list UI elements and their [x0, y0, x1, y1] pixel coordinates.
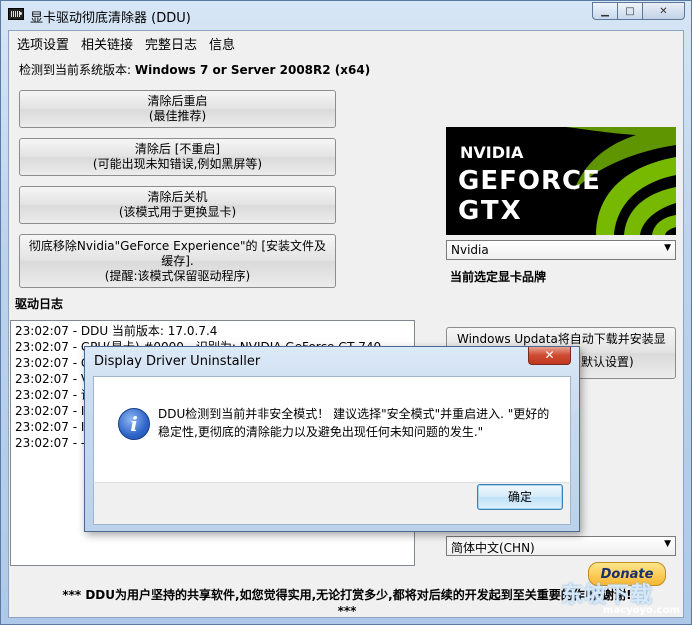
close-button[interactable]: ✕ — [642, 2, 685, 20]
button-line: Windows Updata将自动下载并安装显 — [457, 332, 666, 346]
clean-and-shutdown-button[interactable]: 清除后关机 (该模式用于更换显卡) — [19, 186, 336, 224]
chevron-down-icon: ▼ — [664, 539, 671, 549]
button-line: 清除后 [不重启] — [134, 142, 221, 156]
close-icon: ✕ — [544, 348, 555, 362]
menu-options[interactable]: 选项设置 — [11, 34, 75, 53]
caption-buttons: ▁ □ ✕ — [592, 2, 685, 20]
menu-links[interactable]: 相关链接 — [75, 34, 139, 53]
menu-full-log[interactable]: 完整日志 — [139, 34, 203, 53]
site-watermark: 东坡下载 macyoyo.com — [561, 577, 689, 623]
dialog-title: Display Driver Uninstaller — [94, 354, 261, 369]
minimize-button[interactable]: ▁ — [592, 2, 618, 20]
graphics-card-icon — [8, 8, 24, 20]
button-line: 彻底移除Nvidia"GeForce Experience"的 [安装文件及缓存… — [28, 238, 327, 268]
gpu-vendor-value: Nvidia — [451, 243, 489, 257]
logo-text-gtx: GTX — [458, 196, 523, 226]
dialog-message: DDU检测到当前并非安全模式！ 建议选择"安全模式"并重启进入. "更好的稳定性… — [158, 407, 550, 439]
button-line: 清除后关机 — [147, 190, 208, 204]
log-label: 驱动日志 — [15, 297, 64, 311]
button-subline: 默认设置) — [581, 355, 634, 369]
title-bar[interactable]: 显卡驱动彻底清除器 (DDU) ▁ □ ✕ — [1, 1, 691, 29]
nvidia-geforce-logo: NVIDIA GEFORCE GTX — [446, 127, 676, 235]
button-subline: (提醒:该模式保留驱动程序) — [104, 268, 251, 283]
close-icon: ✕ — [659, 5, 668, 17]
minimize-icon: ▁ — [601, 5, 609, 17]
ok-label: 确定 — [507, 490, 532, 504]
button-subline: (可能出现未知错误,例如黑屏等) — [92, 157, 263, 171]
gpu-vendor-label: 当前选定显卡品牌 — [450, 270, 547, 284]
button-line: 清除后重启 — [147, 94, 208, 108]
language-select[interactable]: 简体中文(CHN) ▼ — [446, 536, 676, 556]
os-version-prefix: 检测到当前系统版本: — [19, 63, 135, 77]
safe-mode-warning-dialog: Display Driver Uninstaller ✕ i DDU检测到当前并… — [84, 346, 580, 532]
maximize-button[interactable]: □ — [617, 2, 643, 20]
menu-bar: 选项设置 相关链接 完整日志 信息 — [9, 31, 683, 55]
language-value: 简体中文(CHN) — [451, 541, 535, 555]
maximize-icon: □ — [625, 5, 635, 17]
ok-button[interactable]: 确定 — [477, 484, 563, 510]
os-version-label: 检测到当前系统版本: Windows 7 or Server 2008R2 (x… — [19, 61, 370, 78]
button-subline: (最佳推荐) — [148, 109, 207, 123]
logo-text-geforce: GEFORCE — [458, 166, 601, 196]
chevron-down-icon: ▼ — [664, 243, 671, 253]
nvidia-eye-icon: NVIDIA GEFORCE GTX — [458, 127, 676, 235]
watermark-url: macyoyo.com — [603, 605, 680, 616]
dialog-close-button[interactable]: ✕ — [528, 347, 571, 365]
logo-text-nvidia: NVIDIA — [460, 143, 524, 162]
info-icon: i — [118, 408, 150, 440]
clean-no-restart-button[interactable]: 清除后 [不重启] (可能出现未知错误,例如黑屏等) — [19, 138, 336, 176]
remove-geforce-experience-button[interactable]: 彻底移除Nvidia"GeForce Experience"的 [安装文件及缓存… — [19, 234, 336, 288]
log-line: 23:02:07 - DDU 当前版本: 17.0.7.4 — [15, 324, 218, 338]
dialog-body: i DDU检测到当前并非安全模式！ 建议选择"安全模式"并重启进入. "更好的稳… — [93, 376, 571, 482]
clean-and-restart-button[interactable]: 清除后重启 (最佳推荐) — [19, 90, 336, 128]
gpu-vendor-select[interactable]: Nvidia ▼ — [446, 240, 676, 260]
window-title: 显卡驱动彻底清除器 (DDU) — [30, 11, 191, 26]
os-version-value: Windows 7 or Server 2008R2 (x64) — [134, 63, 371, 77]
menu-info[interactable]: 信息 — [203, 34, 241, 53]
button-subline: (该模式用于更换显卡) — [118, 205, 237, 219]
